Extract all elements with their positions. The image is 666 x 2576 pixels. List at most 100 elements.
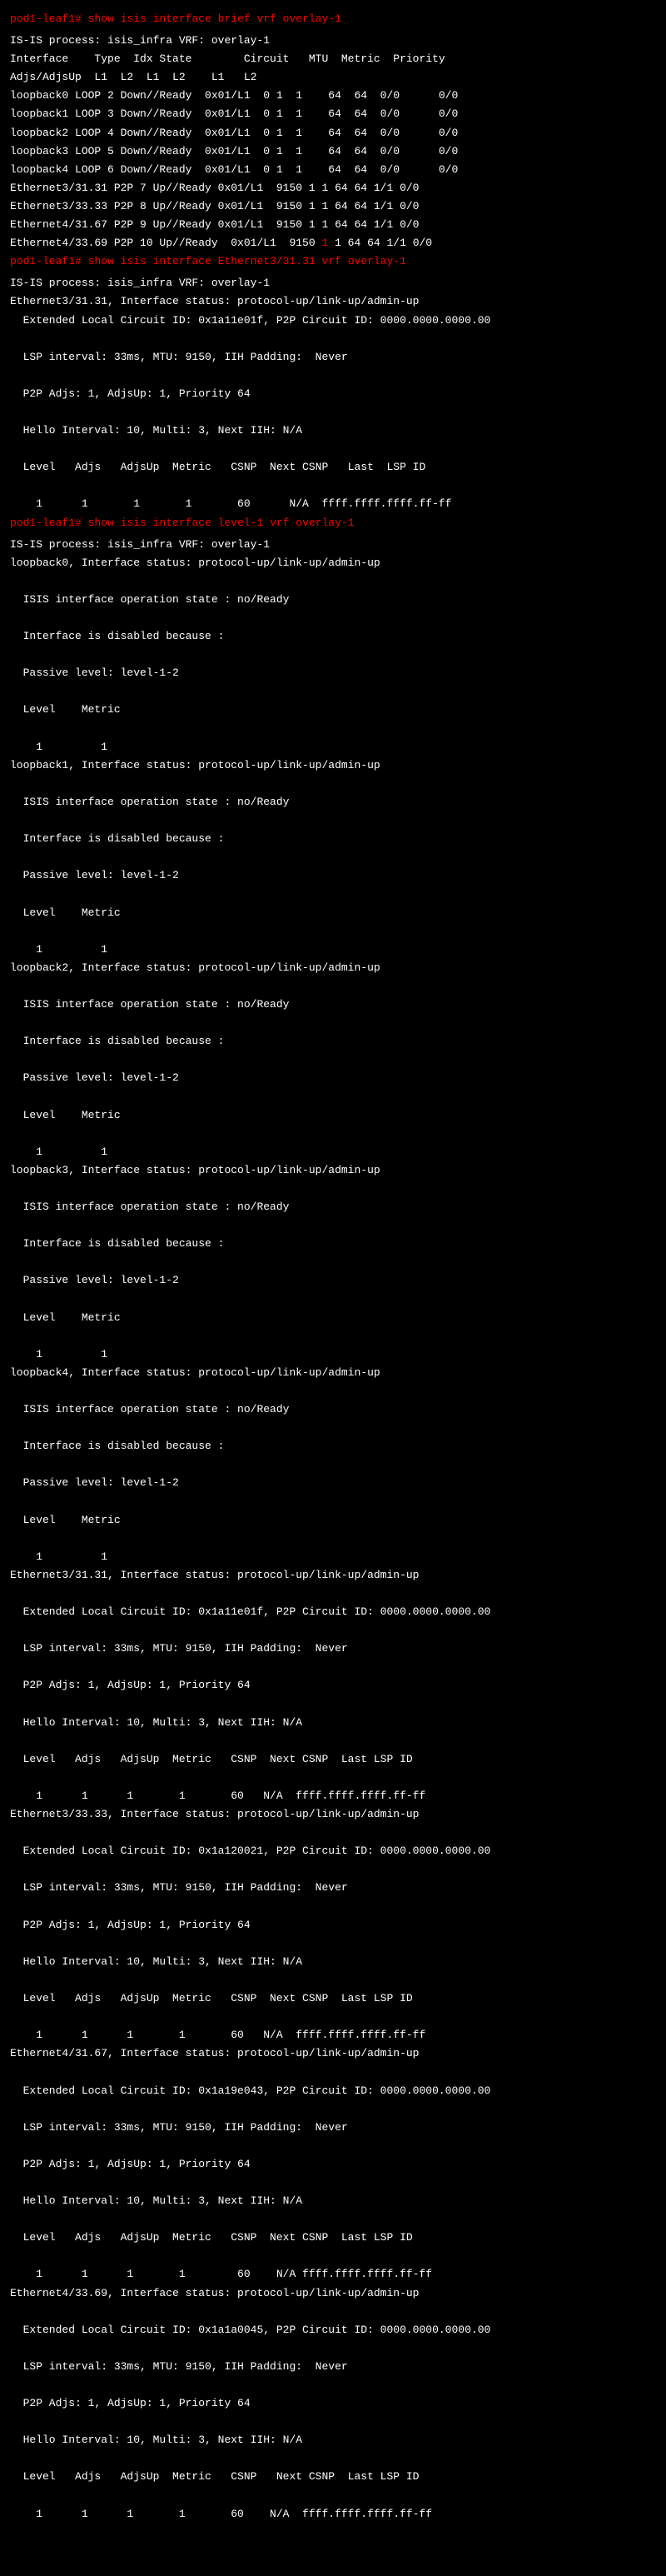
output-line [10,2174,656,2192]
prompt: pod1-leaf1# [10,12,82,25]
output-line [10,2210,656,2229]
output-line: LSP interval: 33ms, MTU: 9150, IIH Paddi… [10,2119,656,2137]
output-line: ISIS interface operation state : no/Read… [10,591,656,609]
output-line [10,2303,656,2321]
output-line: loopback0, Interface status: protocol-up… [10,554,656,572]
command-text: show isis interface brief vrf overlay-1 [88,12,341,25]
command-text: show isis interface level-1 vrf overlay-… [88,517,355,529]
output-line [10,1658,656,1676]
output-line [10,848,656,866]
output-line [10,2376,656,2394]
output-line [10,1253,656,1271]
output-line [10,1419,656,1437]
output-line [10,1014,656,1032]
output-line [10,720,656,738]
output-line [10,1971,656,1989]
ethernet-list: Ethernet3/31.31, Interface status: proto… [10,1566,656,2524]
output-line: 1 1 [10,941,656,959]
output-line: 1 1 1 1 60 N/A ffff.ffff.ffff.ff-ff [10,1787,656,1805]
output-line: loopback2, Interface status: protocol-up… [10,959,656,977]
output-line [10,2487,656,2505]
output-line: Ethernet4/33.69, Interface status: proto… [10,2284,656,2303]
prompt: pod1-leaf1# [10,255,82,267]
output-line: Extended Local Circuit ID: 0x1a19e043, P… [10,2082,656,2100]
output-line: Level Adjs AdjsUp Metric CSNP Next CSNP … [10,1989,656,2008]
output-line [10,2063,656,2081]
output-line [10,885,656,903]
output-line: P2P Adjs: 1, AdjsUp: 1, Priority 64 [10,2394,656,2413]
output-line: IS-IS process: isis_infra VRF: overlay-1 [10,32,656,50]
interface-row: Ethernet4/33.69 P2P 10 Up//Ready 0x01/L1… [10,234,656,252]
output-line: Level Adjs AdjsUp Metric CSNP Next CSNP … [10,2229,656,2247]
output-line [10,922,656,941]
output-line [10,1180,656,1198]
output-line: 1 1 1 1 60 N/A ffff.ffff.ffff.ff-ff [10,2265,656,2284]
interface-row: loopback0 LOOP 2 Down//Ready 0x01/L1 0 1… [10,87,656,105]
command-string: show isis interface level-1 vrf overlay-… [88,517,355,529]
interface-row: Ethernet3/31.31 P2P 7 Up//Ready 0x01/L1 … [10,179,656,197]
output-line [10,1125,656,1143]
interface-row: loopback4 LOOP 6 Down//Ready 0x01/L1 0 1… [10,161,656,179]
output-line [10,2247,656,2265]
output-line: Ethernet4/31.67, Interface status: proto… [10,2044,656,2063]
output-line: Passive level: level-1-2 [10,664,656,682]
output-line: Level Metric [10,701,656,719]
output-line [10,775,656,793]
output-line [10,477,656,495]
output-line: P2P Adjs: 1, AdjsUp: 1, Priority 64 [10,1676,656,1695]
row-part: 1 64 64 1/1 0/0 [328,237,432,249]
output-line [10,2339,656,2358]
output-line [10,1327,656,1345]
output-line: 1 1 1 1 60 N/A ffff.ffff.ffff.ff-ff [10,495,656,513]
output-line: Passive level: level-1-2 [10,1474,656,1492]
command-text: show isis interface Ethernet3/31.31 vrf … [88,255,406,267]
row-part: Ethernet4/33.69 P2P 10 Up//Ready 0x01/L1… [10,237,321,249]
output-line [10,2100,656,2119]
output-line: P2P Adjs: 1, AdjsUp: 1, Priority 64 [10,2155,656,2174]
output-line: Level Adjs AdjsUp Metric CSNP Next CSNP … [10,2468,656,2486]
output-line [10,1695,656,1714]
output-line [10,811,656,830]
output-line [10,1769,656,1787]
output-line: Ethernet3/31.31, Interface status: proto… [10,292,656,311]
output-line: Interface is disabled because : [10,1032,656,1051]
output-line [10,609,656,627]
output-line [10,1934,656,1953]
output-line: P2P Adjs: 1, AdjsUp: 1, Priority 64 [10,1916,656,1934]
output-line [10,2449,656,2468]
output-line: loopback3, Interface status: protocol-up… [10,1161,656,1180]
output-line [10,330,656,348]
output-line: Extended Local Circuit ID: 0x1a11e01f, P… [10,312,656,330]
output-line: Level Adjs AdjsUp Metric CSNP Next CSNP … [10,458,656,477]
output-line: Hello Interval: 10, Multi: 3, Next IIH: … [10,2192,656,2210]
output-line: LSP interval: 33ms, MTU: 9150, IIH Paddi… [10,348,656,367]
output-line: Interface is disabled because : [10,1437,656,1455]
output-line: 1 1 [10,1548,656,1566]
output-line [10,1585,656,1603]
output-line [10,1382,656,1400]
output-line [10,1290,656,1308]
output-line: Passive level: level-1-2 [10,1271,656,1290]
command-string: show isis interface Ethernet3/31.31 vrf … [88,255,406,267]
output-line [10,572,656,591]
command-string: show isis interface brief vrf overlay-1 [88,12,341,25]
output-line: Level Metric [10,904,656,922]
loopback-list: loopback0, Interface status: protocol-up… [10,554,656,1566]
output-line: ISIS interface operation state : no/Read… [10,793,656,811]
output-line: LSP interval: 33ms, MTU: 9150, IIH Paddi… [10,2358,656,2376]
interface-table: loopback0 LOOP 2 Down//Ready 0x01/L1 0 1… [10,87,656,234]
output-line [10,1860,656,1879]
command-block-2: pod1-leaf1# show isis interface Ethernet… [10,252,656,271]
output-line [10,646,656,664]
output-line: Hello Interval: 10, Multi: 3, Next IIH: … [10,1953,656,1971]
output-line: ISIS interface operation state : no/Read… [10,1198,656,1216]
output-line [10,2137,656,2155]
interface-row: Ethernet3/33.33 P2P 8 Up//Ready 0x01/L1 … [10,197,656,216]
prompt: pod1-leaf1# [10,517,82,529]
output-header: Adjs/AdjsUp L1 L2 L1 L2 L1 L2 [10,68,656,87]
output-line: Interface is disabled because : [10,1235,656,1253]
output-line: P2P Adjs: 1, AdjsUp: 1, Priority 64 [10,385,656,403]
output-line: Passive level: level-1-2 [10,1069,656,1087]
output-line: Passive level: level-1-2 [10,866,656,885]
output-line: Extended Local Circuit ID: 0x1a1a0045, P… [10,2321,656,2339]
